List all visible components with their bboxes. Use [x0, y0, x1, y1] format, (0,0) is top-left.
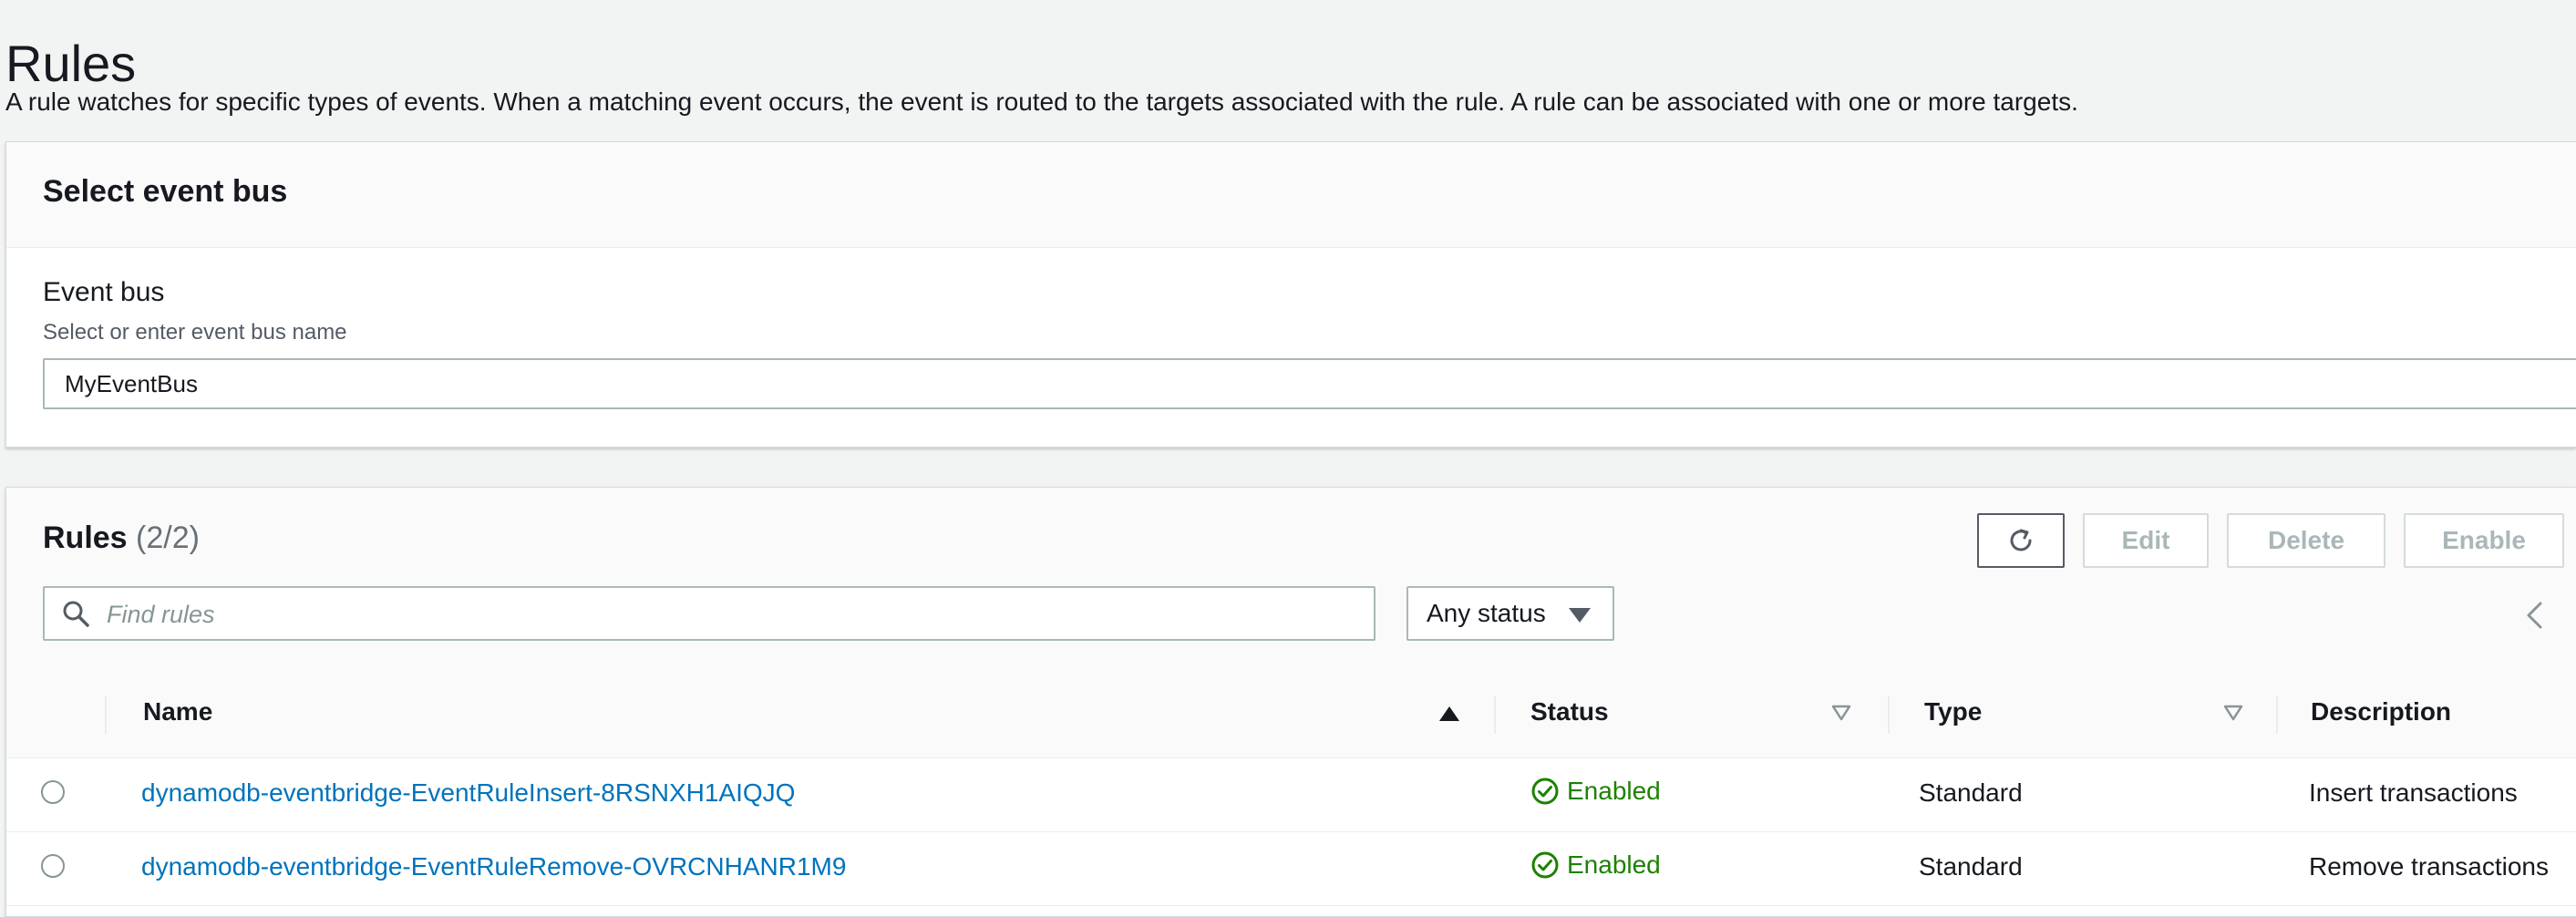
rule-name-link[interactable]: dynamodb-eventbridge-EventRuleRemove-OVR… — [141, 852, 846, 881]
rules-panel-header: Rules (2/2) Edit Delete Enable Any statu… — [6, 488, 2576, 671]
table-header: Name Status Type Description — [6, 670, 2576, 758]
event-bus-description: Select or enter event bus name — [43, 320, 347, 345]
event-bus-label: Event bus — [43, 277, 165, 307]
chevron-left-icon[interactable] — [2524, 601, 2546, 630]
sort-ascending-icon[interactable] — [1439, 706, 1459, 721]
rule-description: Remove transactions — [2309, 852, 2550, 881]
check-circle-icon — [1531, 851, 1559, 879]
rules-panel-title: Rules (2/2) — [43, 520, 200, 556]
column-separator — [1494, 695, 1496, 734]
row-select-radio[interactable] — [41, 854, 65, 878]
rule-status-text: Enabled — [1567, 777, 1661, 805]
rules-panel: Rules (2/2) Edit Delete Enable Any statu… — [5, 487, 2576, 917]
search-icon — [63, 601, 89, 627]
edit-button[interactable]: Edit — [2083, 513, 2209, 568]
row-select-radio[interactable] — [41, 780, 65, 804]
event-bus-panel: Select event bus Event bus Select or ent… — [5, 141, 2576, 448]
table-row: dynamodb-eventbridge-EventRuleInsert-8RS… — [6, 758, 2576, 832]
event-bus-panel-title: Select event bus — [43, 174, 288, 209]
event-bus-panel-header: Select event bus — [6, 142, 2576, 248]
column-separator — [2276, 695, 2278, 734]
rule-type: Standard — [1919, 778, 2023, 807]
rule-status: Enabled — [1530, 850, 1661, 880]
enable-button[interactable]: Enable — [2404, 513, 2564, 568]
check-circle-icon — [1531, 778, 1559, 805]
column-header-status[interactable]: Status — [1530, 697, 1609, 726]
page-description: A rule watches for specific types of eve… — [5, 88, 2078, 116]
column-separator — [105, 695, 107, 734]
delete-button[interactable]: Delete — [2227, 513, 2385, 568]
refresh-icon — [2010, 529, 2032, 551]
rule-description: Insert transactions — [2309, 778, 2518, 807]
event-bus-select[interactable]: MyEventBus — [43, 358, 2576, 409]
sort-icon[interactable] — [1831, 705, 1851, 721]
caret-down-icon — [1569, 608, 1591, 623]
column-header-type[interactable]: Type — [1924, 697, 1982, 726]
column-header-description[interactable]: Description — [2311, 697, 2451, 726]
column-header-name[interactable]: Name — [143, 697, 212, 726]
refresh-button[interactable] — [1977, 513, 2065, 568]
status-filter-value: Any status — [1427, 599, 1546, 627]
rule-status-text: Enabled — [1567, 850, 1661, 879]
table-row: dynamodb-eventbridge-EventRuleRemove-OVR… — [6, 832, 2576, 906]
search-box[interactable] — [43, 586, 1376, 641]
status-filter-select[interactable]: Any status — [1406, 586, 1614, 641]
rule-status: Enabled — [1530, 777, 1661, 806]
rule-type: Standard — [1919, 852, 2023, 881]
column-separator — [1888, 695, 1890, 734]
sort-icon[interactable] — [2223, 705, 2243, 721]
search-input[interactable] — [105, 588, 1365, 641]
rule-name-link[interactable]: dynamodb-eventbridge-EventRuleInsert-8RS… — [141, 778, 795, 808]
rules-title-text: Rules — [43, 520, 128, 555]
rules-count: (2/2) — [136, 520, 200, 555]
